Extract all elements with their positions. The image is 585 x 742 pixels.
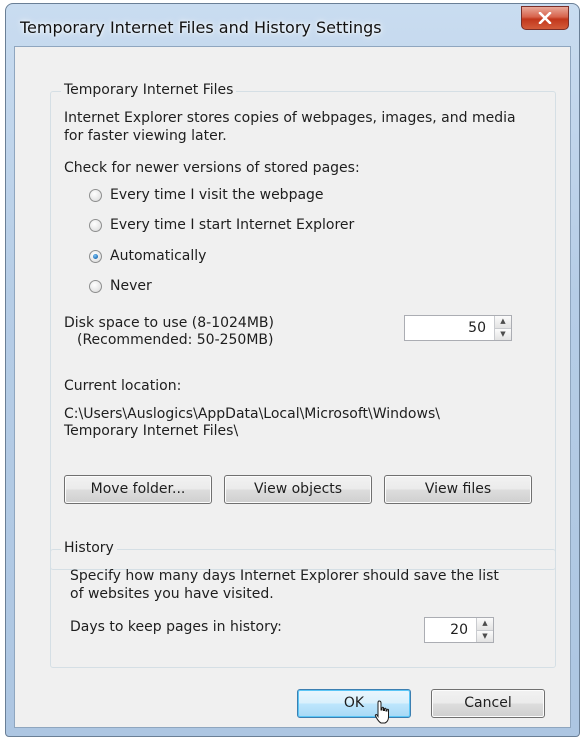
current-location-path-2: Temporary Internet Files\ [64, 423, 239, 439]
days-spin-buttons: ▲ ▼ [476, 618, 493, 642]
history-description-2: of websites you have visited. [70, 586, 274, 602]
ok-button[interactable]: OK [297, 689, 411, 718]
radio-indicator-selected[interactable] [89, 249, 102, 263]
radio-indicator[interactable] [89, 279, 102, 293]
spin-up-arrow-icon[interactable]: ▲ [477, 618, 493, 630]
history-legend: History [61, 540, 117, 556]
radio-indicator[interactable] [89, 218, 102, 232]
temp-files-description-1: Internet Explorer stores copies of webpa… [64, 110, 516, 126]
close-x-icon [538, 12, 552, 24]
temp-files-legend: Temporary Internet Files [61, 82, 237, 98]
disk-space-value[interactable]: 50 [405, 316, 494, 340]
radio-automatically[interactable]: Automatically [89, 248, 206, 264]
days-in-history-stepper[interactable]: 20 ▲ ▼ [424, 617, 494, 643]
disk-space-stepper[interactable]: 50 ▲ ▼ [404, 315, 512, 341]
move-folder-button[interactable]: Move folder... [64, 475, 212, 504]
current-location-path-1: C:\Users\Auslogics\AppData\Local\Microso… [64, 406, 440, 422]
radio-label: Automatically [110, 248, 207, 264]
radio-never[interactable]: Never [89, 278, 152, 294]
view-files-button[interactable]: View files [384, 475, 532, 504]
temp-files-description-2: for faster viewing later. [64, 128, 227, 144]
check-pages-label: Check for newer versions of stored pages… [64, 160, 360, 176]
days-in-history-label: Days to keep pages in history: [70, 619, 282, 635]
mouse-pointer-icon [374, 700, 389, 724]
disk-space-recommended: (Recommended: 50-250MB) [77, 332, 274, 348]
spin-down-arrow-icon[interactable]: ▼ [495, 327, 511, 340]
disk-space-spin-buttons: ▲ ▼ [494, 316, 511, 340]
dialog-title: Temporary Internet Files and History Set… [20, 18, 382, 37]
disk-space-label: Disk space to use (8-1024MB) [64, 315, 274, 331]
settings-dialog: Temporary Internet Files and History Set… [5, 3, 580, 737]
radio-indicator[interactable] [89, 188, 102, 202]
dialog-body: Temporary Internet Files Internet Explor… [14, 46, 571, 728]
view-objects-button[interactable]: View objects [224, 475, 372, 504]
current-location-label: Current location: [64, 378, 182, 394]
history-description-1: Specify how many days Internet Explorer … [70, 568, 499, 584]
cancel-button[interactable]: Cancel [431, 689, 545, 718]
close-button[interactable] [521, 6, 569, 30]
radio-every-visit[interactable]: Every time I visit the webpage [89, 187, 324, 203]
spin-down-arrow-icon[interactable]: ▼ [477, 629, 493, 642]
radio-label: Every time I visit the webpage [110, 187, 324, 203]
days-in-history-value[interactable]: 20 [425, 618, 476, 642]
radio-label: Every time I start Internet Explorer [110, 217, 355, 233]
spin-up-arrow-icon[interactable]: ▲ [495, 316, 511, 328]
radio-label: Never [110, 278, 152, 294]
radio-every-start[interactable]: Every time I start Internet Explorer [89, 217, 354, 233]
